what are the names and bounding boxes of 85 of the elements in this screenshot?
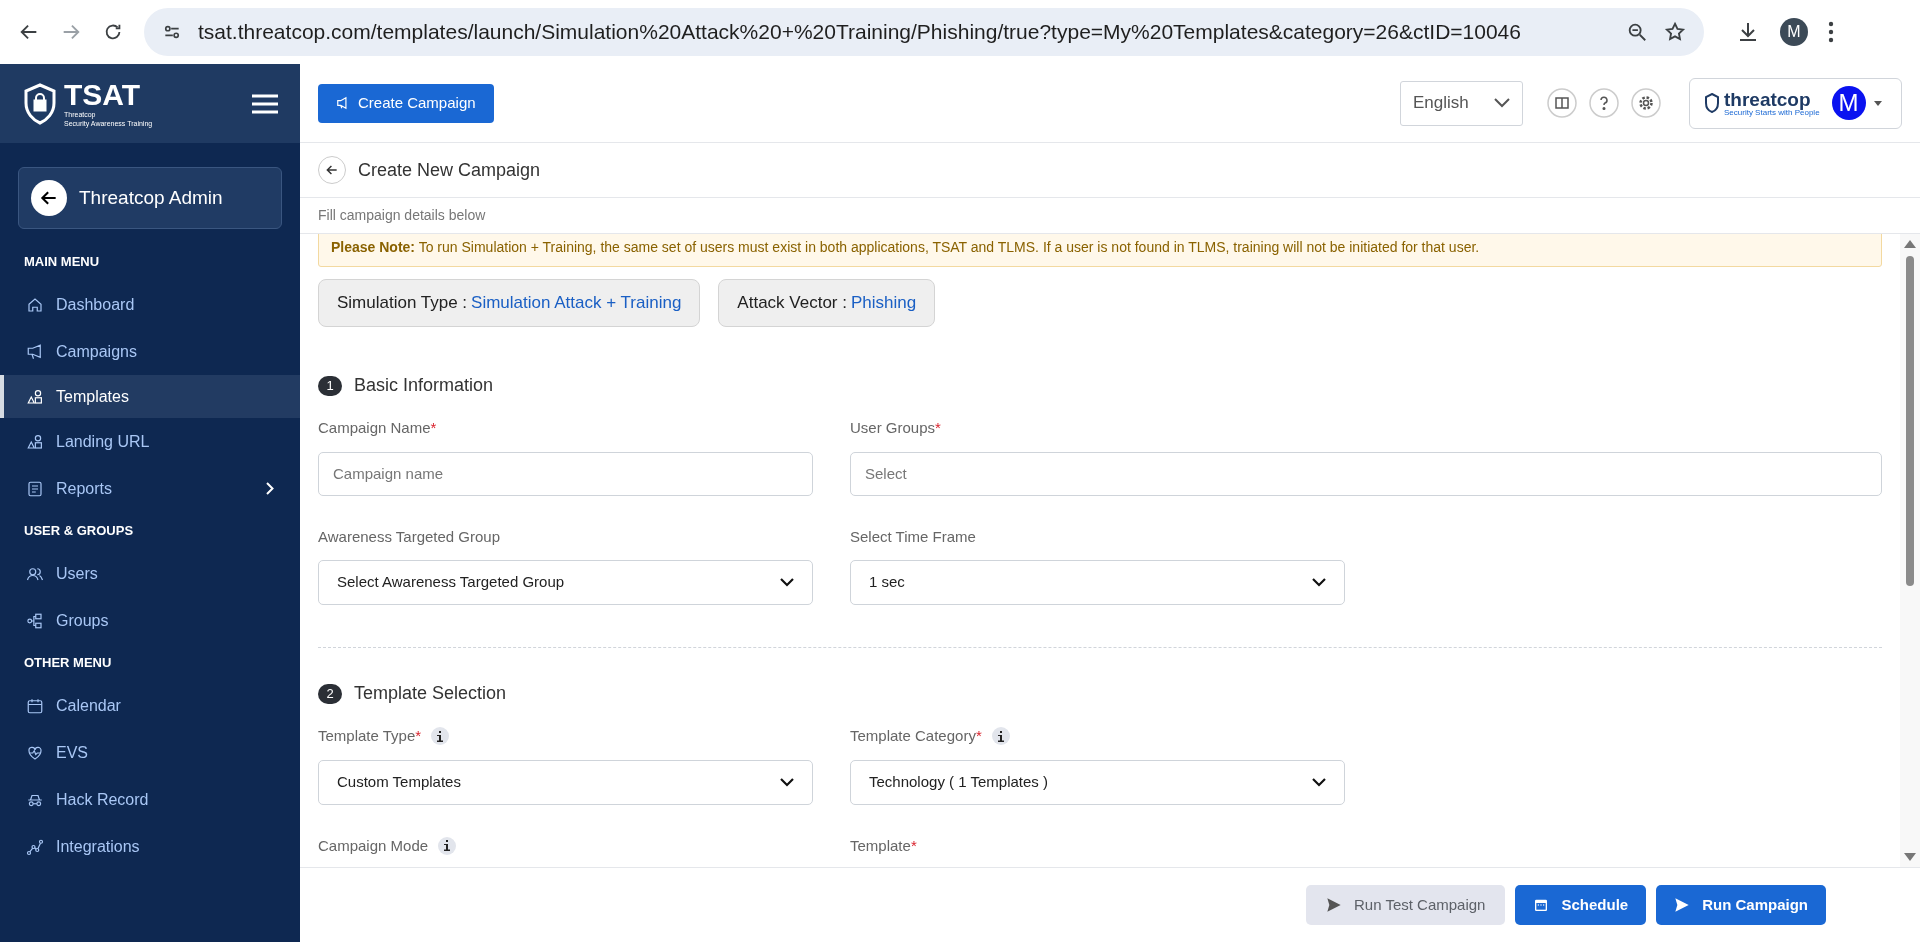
megaphone-icon (26, 342, 44, 361)
account-card[interactable]: Threatcop Admin (18, 167, 282, 229)
dropdown[interactable]: Select Awareness Targeted Group (318, 560, 813, 605)
input-field[interactable]: Campaign name (318, 451, 813, 496)
menu-icon[interactable] (1828, 21, 1834, 43)
book-icon[interactable] (1547, 88, 1577, 118)
send-icon (1326, 897, 1342, 913)
info-icon[interactable] (991, 727, 1010, 746)
groups-icon (26, 611, 44, 630)
field-label: User Groups* (850, 418, 941, 438)
note-banner: Please Note: To run Simulation + Training, the same set of users must exist in both applications, TSAT and TLMS. If a user is not found in TLMS, training will not be initiated for that user. (318, 234, 1882, 267)
menu-heading: OTHER MENU (23, 654, 113, 673)
field-label: Select Time Frame (850, 526, 976, 547)
sidebar-item[interactable]: Campaigns (0, 328, 300, 375)
sidebar-item[interactable]: Users (0, 550, 300, 597)
input-field[interactable]: Select (850, 451, 1882, 496)
settings-icon[interactable] (1631, 88, 1661, 118)
shapes-icon (26, 432, 44, 451)
megaphone-icon (336, 96, 350, 110)
menu-heading: MAIN MENU (23, 253, 101, 272)
field-label: Template Category* (850, 726, 982, 746)
create-campaign-button[interactable]: Create Campaign (318, 83, 494, 123)
sidebar-item[interactable]: Dashboard (0, 281, 300, 328)
report-icon (26, 479, 44, 498)
calendar-icon (1533, 897, 1550, 913)
scroll-down-icon[interactable] (1904, 853, 1916, 861)
sidebar-item[interactable]: Calendar (0, 682, 300, 729)
field-label: Template Type* (318, 726, 422, 746)
scrollbar-thumb[interactable] (1906, 256, 1914, 586)
info-chip: Simulation Type : Simulation Attack + Training (318, 279, 701, 327)
profile-avatar[interactable]: M (1780, 18, 1808, 46)
user-avatar[interactable]: M (1831, 86, 1866, 120)
action-button[interactable]: Run Campaign (1656, 885, 1826, 925)
page-title: Create New Campaign (358, 158, 541, 182)
dropdown[interactable]: 1 sec (850, 560, 1345, 605)
chevron-right-icon[interactable] (266, 482, 274, 495)
section-title: Template Selection (354, 682, 507, 705)
brand-logo-text: threatcop (1724, 89, 1812, 109)
sidebar-item[interactable]: Hack Record (0, 776, 300, 823)
dropdown[interactable]: Technology ( 1 Templates ) (850, 759, 1345, 805)
send-icon (1674, 897, 1691, 913)
menu-heading: USER & GROUPS (23, 522, 135, 541)
chevron-down-icon (1312, 578, 1326, 587)
field-label: Template* (850, 835, 917, 856)
action-button[interactable]: Schedule (1515, 885, 1647, 925)
step-number: 1 (318, 375, 342, 396)
info-chip: Attack Vector : Phishing (718, 279, 936, 327)
field-label: Campaign Name* (318, 418, 437, 438)
chart-icon (26, 837, 44, 856)
star-icon[interactable] (1664, 21, 1686, 43)
sidebar-item[interactable]: Landing URL (0, 418, 300, 465)
calendar-icon (26, 696, 44, 715)
language-select[interactable]: English (1400, 80, 1523, 126)
brand-title: TSAT (64, 79, 142, 110)
page-subtitle: Fill campaign details below (318, 206, 486, 225)
section-title: Basic Information (354, 374, 494, 397)
info-icon[interactable] (431, 727, 450, 746)
chevron-down-icon (1312, 777, 1326, 787)
sidebar-item[interactable]: Integrations (0, 823, 300, 870)
chevron-down-icon (780, 777, 794, 787)
sidebar-item[interactable]: Groups (0, 597, 300, 644)
sidebar-item[interactable]: EVS (0, 729, 300, 776)
help-icon[interactable] (1589, 88, 1619, 118)
zoom-icon[interactable] (1626, 21, 1648, 43)
shield-logo-icon (1704, 93, 1720, 113)
step-number: 2 (318, 683, 342, 704)
field-label: Campaign Mode (318, 835, 429, 856)
url-text: tsat.threatcop.com/templates/launch/Simulation%20Attack%20+%20Training/Phishing/true?type=My%20Templates&category=26&ctID=10046 (198, 19, 1522, 46)
info-icon[interactable] (438, 836, 457, 855)
shield-logo-icon (22, 81, 58, 126)
dropdown[interactable]: Custom Templates (318, 759, 813, 805)
sidebar-item[interactable]: Reports (0, 465, 300, 512)
caret-icon[interactable] (1873, 100, 1882, 106)
address-bar[interactable]: tsat.threatcop.com/templates/launch/Simulation%20Attack%20+%20Training/Phishing/true?type=My%20Templates&category=26&ctID=10046 (144, 8, 1704, 56)
scrollbar[interactable] (1900, 234, 1920, 867)
chevron-down-icon (1494, 98, 1510, 108)
shapes-icon (26, 387, 44, 406)
sidebar-item[interactable]: Templates (0, 375, 300, 418)
account-menu[interactable]: threatcop Security Starts with People M (1689, 77, 1902, 129)
back-icon[interactable] (31, 180, 67, 216)
field-label: Awareness Targeted Group (318, 526, 501, 547)
menu-icon[interactable] (252, 93, 278, 114)
scroll-up-icon[interactable] (1904, 240, 1916, 248)
arrow-left-icon (325, 163, 339, 177)
chevron-down-icon (780, 578, 794, 587)
